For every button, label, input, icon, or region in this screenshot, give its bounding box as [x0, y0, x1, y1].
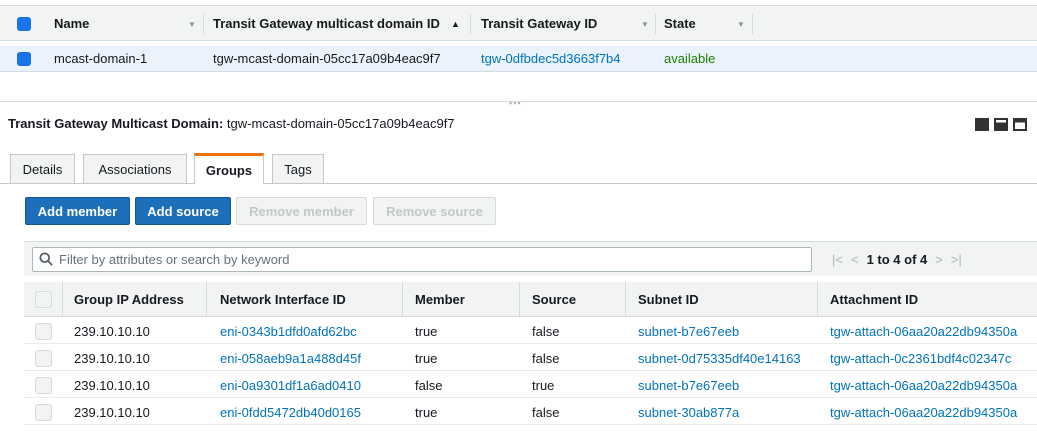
- source-value: false: [532, 351, 560, 366]
- table-row[interactable]: 239.10.10.10 eni-0a9301df1a6ad0410 false…: [24, 374, 1037, 398]
- group-ip: 239.10.10.10: [74, 378, 150, 393]
- member-value: true: [415, 351, 438, 366]
- remove-source-button[interactable]: Remove source: [373, 197, 496, 225]
- filter-bar: Filter by attributes or search by keywor…: [24, 241, 1037, 276]
- tab-associations[interactable]: Associations: [83, 154, 187, 184]
- member-value: false: [415, 378, 443, 393]
- sort-ascending-icon[interactable]: ▲: [451, 19, 460, 29]
- eni-link[interactable]: eni-058aeb9a1a488d45f: [220, 347, 361, 370]
- sort-caret-icon[interactable]: ▼: [737, 20, 745, 29]
- page-title: Transit Gateway Multicast Domain: tgw-mc…: [8, 116, 455, 131]
- search-icon: [39, 252, 53, 266]
- sort-caret-icon[interactable]: ▼: [641, 20, 649, 29]
- group-ip: 239.10.10.10: [74, 351, 150, 366]
- col-group-ip[interactable]: Group IP Address: [74, 282, 184, 316]
- status-badge: available: [664, 51, 716, 66]
- subnet-link[interactable]: subnet-0d75335df40e14163: [638, 347, 801, 370]
- row-checkbox[interactable]: [35, 323, 52, 340]
- col-name[interactable]: Name: [54, 6, 89, 40]
- row-checkbox[interactable]: [35, 404, 52, 421]
- attachment-link[interactable]: tgw-attach-0c2361bdf4c02347c: [830, 347, 1011, 370]
- group-ip: 239.10.10.10: [74, 405, 150, 420]
- group-ip: 239.10.10.10: [74, 324, 150, 339]
- subnet-link[interactable]: subnet-b7e67eeb: [638, 320, 739, 343]
- table-row[interactable]: 239.10.10.10 eni-0343b1dfd0afd62bc true …: [24, 320, 1037, 344]
- tgw-id-link[interactable]: tgw-0dfbdec5d3663f7b4: [481, 46, 621, 71]
- col-state[interactable]: State: [664, 6, 696, 40]
- domain-name: mcast-domain-1: [54, 51, 148, 66]
- layout-full-icon[interactable]: [975, 118, 989, 131]
- next-page-icon[interactable]: >: [935, 252, 943, 267]
- attachment-link[interactable]: tgw-attach-06aa20a22db94350a: [830, 320, 1017, 343]
- attachment-link[interactable]: tgw-attach-06aa20a22db94350a: [830, 401, 1017, 424]
- page-range: 1 to 4 of 4: [866, 252, 928, 267]
- prev-page-icon[interactable]: <: [851, 252, 859, 267]
- tab-tags[interactable]: Tags: [272, 154, 324, 184]
- remove-member-button[interactable]: Remove member: [236, 197, 367, 225]
- select-all-checkbox[interactable]: [35, 291, 52, 308]
- domains-table-header: Name ▼ Transit Gateway multicast domain …: [0, 5, 1037, 41]
- table-row[interactable]: 239.10.10.10 eni-058aeb9a1a488d45f true …: [24, 347, 1037, 371]
- add-source-button[interactable]: Add source: [135, 197, 231, 225]
- member-value: true: [415, 324, 438, 339]
- table-row[interactable]: mcast-domain-1 tgw-mcast-domain-05cc17a0…: [0, 46, 1037, 72]
- search-placeholder: Filter by attributes or search by keywor…: [59, 252, 290, 267]
- last-page-icon[interactable]: >|: [951, 252, 962, 267]
- tab-groups[interactable]: Groups: [194, 153, 264, 184]
- row-checkbox[interactable]: [17, 52, 31, 66]
- select-all-checkbox[interactable]: [17, 17, 31, 31]
- col-subnet[interactable]: Subnet ID: [638, 282, 699, 316]
- pagination: |< < 1 to 4 of 4 > >|: [832, 242, 962, 277]
- search-input[interactable]: Filter by attributes or search by keywor…: [32, 247, 812, 272]
- col-attachment[interactable]: Attachment ID: [830, 282, 918, 316]
- col-domain-id[interactable]: Transit Gateway multicast domain ID: [213, 6, 440, 40]
- attachment-link[interactable]: tgw-attach-06aa20a22db94350a: [830, 374, 1017, 397]
- layout-top-icon[interactable]: [1013, 118, 1027, 131]
- source-value: false: [532, 324, 560, 339]
- resize-grip-icon[interactable]: ▪▪▪: [509, 98, 522, 108]
- eni-link[interactable]: eni-0343b1dfd0afd62bc: [220, 320, 357, 343]
- tab-details[interactable]: Details: [10, 154, 75, 184]
- row-checkbox[interactable]: [35, 377, 52, 394]
- col-tgw-id[interactable]: Transit Gateway ID: [481, 6, 597, 40]
- add-member-button[interactable]: Add member: [25, 197, 130, 225]
- eni-link[interactable]: eni-0fdd5472db40d0165: [220, 401, 361, 424]
- subnet-link[interactable]: subnet-30ab877a: [638, 401, 739, 424]
- subnet-link[interactable]: subnet-b7e67eeb: [638, 374, 739, 397]
- domain-id: tgw-mcast-domain-05cc17a09b4eac9f7: [213, 51, 441, 66]
- title-value: tgw-mcast-domain-05cc17a09b4eac9f7: [226, 116, 455, 131]
- eni-link[interactable]: eni-0a9301df1a6ad0410: [220, 374, 361, 397]
- table-row[interactable]: 239.10.10.10 eni-0fdd5472db40d0165 true …: [24, 401, 1037, 425]
- layout-switcher: [975, 118, 1027, 131]
- title-label: Transit Gateway Multicast Domain:: [8, 116, 224, 131]
- source-value: true: [532, 378, 555, 393]
- col-eni[interactable]: Network Interface ID: [220, 282, 346, 316]
- col-source[interactable]: Source: [532, 282, 576, 316]
- col-member[interactable]: Member: [415, 282, 465, 316]
- sort-caret-icon[interactable]: ▼: [188, 20, 196, 29]
- source-value: false: [532, 405, 560, 420]
- groups-table-header: Group IP Address Network Interface ID Me…: [24, 282, 1037, 317]
- layout-split-icon[interactable]: [994, 118, 1008, 131]
- first-page-icon[interactable]: |<: [832, 252, 843, 267]
- row-checkbox[interactable]: [35, 350, 52, 367]
- member-value: true: [415, 405, 438, 420]
